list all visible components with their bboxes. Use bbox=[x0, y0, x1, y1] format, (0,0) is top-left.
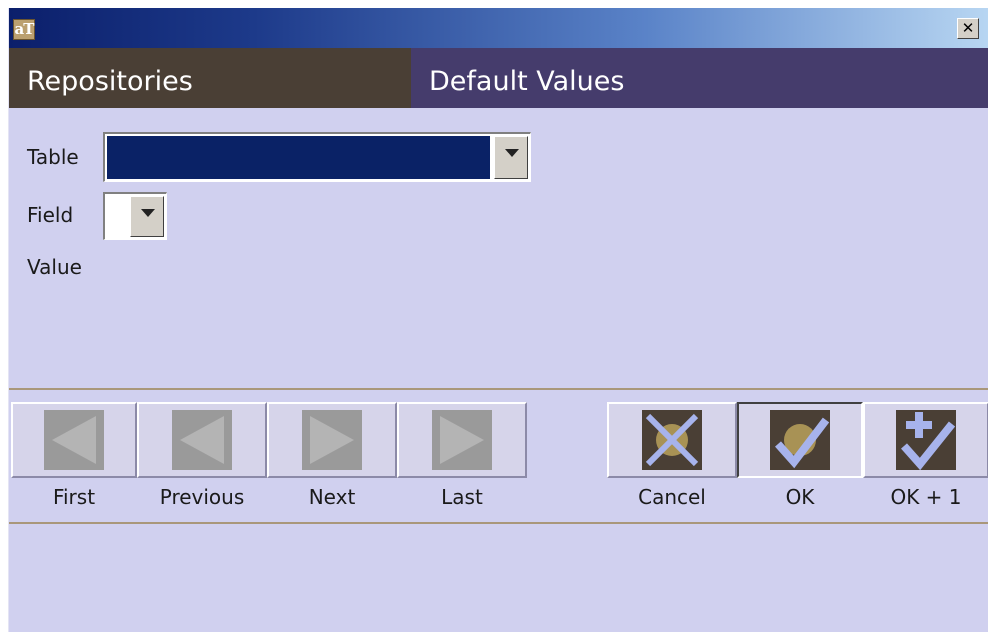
dialog-window: aT ✕ Repositories Default Values Table F… bbox=[8, 8, 988, 632]
next-icon bbox=[302, 410, 362, 470]
ok-plus-one-button[interactable] bbox=[863, 402, 988, 478]
separator-bottom bbox=[9, 522, 988, 524]
close-button[interactable]: ✕ bbox=[957, 18, 979, 39]
first-button[interactable] bbox=[11, 402, 137, 478]
first-icon bbox=[44, 410, 104, 470]
ok-label: OK bbox=[785, 485, 815, 509]
header-repositories: Repositories bbox=[9, 48, 411, 108]
last-button[interactable] bbox=[397, 402, 527, 478]
last-icon bbox=[432, 410, 492, 470]
table-select-value bbox=[107, 136, 490, 179]
ok-icon bbox=[770, 410, 830, 470]
table-select[interactable] bbox=[103, 132, 531, 182]
chevron-down-icon bbox=[505, 149, 519, 157]
previous-button[interactable] bbox=[137, 402, 267, 478]
table-dropdown-button[interactable] bbox=[494, 136, 528, 179]
separator-top bbox=[9, 388, 988, 390]
cancel-label: Cancel bbox=[638, 485, 706, 509]
header-repositories-title: Repositories bbox=[27, 66, 193, 97]
header-default-values: Default Values bbox=[411, 48, 988, 108]
next-button[interactable] bbox=[267, 402, 397, 478]
field-label: Field bbox=[27, 203, 74, 227]
next-label: Next bbox=[308, 485, 356, 509]
previous-icon bbox=[172, 410, 232, 470]
ok-plus-one-label: OK + 1 bbox=[890, 485, 962, 509]
value-label: Value bbox=[27, 255, 82, 279]
field-dropdown-button[interactable] bbox=[130, 196, 164, 237]
previous-label: Previous bbox=[159, 485, 245, 509]
app-logo: aT bbox=[13, 19, 35, 40]
field-select[interactable] bbox=[103, 192, 167, 240]
field-select-value bbox=[107, 196, 126, 237]
chevron-down-icon bbox=[141, 209, 155, 217]
table-label: Table bbox=[27, 145, 79, 169]
header-default-values-title: Default Values bbox=[429, 66, 625, 97]
cancel-icon bbox=[642, 410, 702, 470]
cancel-button[interactable] bbox=[607, 402, 737, 478]
ok-plus-one-icon bbox=[896, 410, 956, 470]
first-label: First bbox=[52, 485, 96, 509]
last-label: Last bbox=[441, 485, 483, 509]
close-icon: ✕ bbox=[961, 19, 975, 37]
title-bar[interactable]: aT ✕ bbox=[9, 8, 988, 48]
ok-button[interactable] bbox=[737, 402, 863, 478]
